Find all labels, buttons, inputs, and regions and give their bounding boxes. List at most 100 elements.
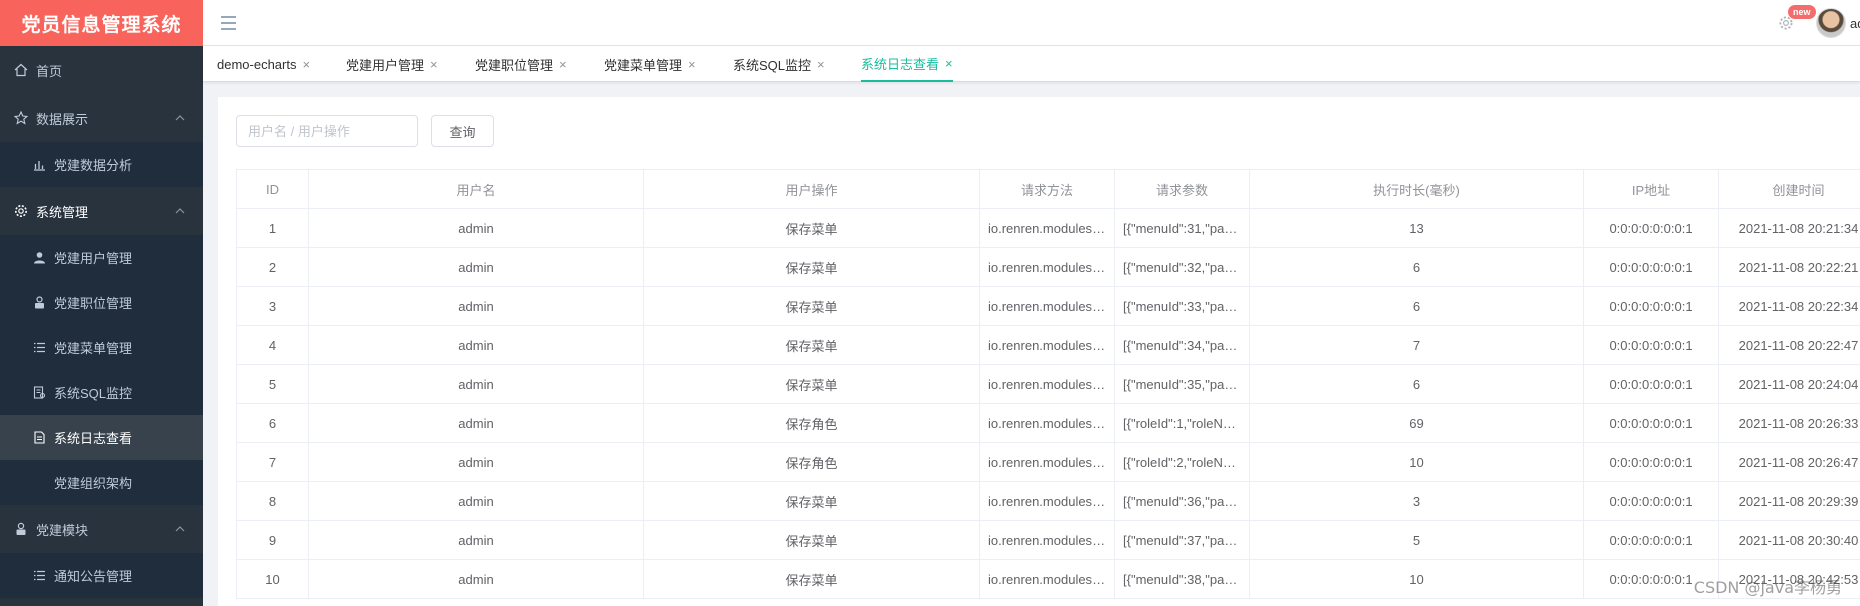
log-duration: 10 <box>1249 559 1584 599</box>
table-row[interactable]: 2admin保存菜单io.renren.modules.sys.controll… <box>236 247 1860 287</box>
column-header[interactable]: 用户操作 <box>643 169 980 209</box>
table-row[interactable]: 8admin保存菜单io.renren.modules.sys.controll… <box>236 481 1860 521</box>
table-header-row: ID 用户名 用户操作 请求方法 请求参数 执行时长(毫秒) IP地址 创建时间 <box>236 169 1860 209</box>
sidebar-group-data[interactable]: 数据展示 <box>0 94 203 142</box>
settings-button[interactable]: new <box>1778 5 1816 31</box>
sidebar-item-label: 党建菜单管理 <box>54 341 133 356</box>
log-params: [{"menuId":35,"parentId":0}] <box>1114 364 1250 404</box>
sidebar-item-sql-monitor[interactable]: 系统SQL监控 <box>0 370 203 415</box>
sidebar-item-org-structure[interactable]: 党建组织架构 <box>0 460 203 505</box>
log-id: 2 <box>236 247 309 287</box>
close-icon[interactable]: × <box>688 57 696 72</box>
log-created-time: 2021-11-08 20:30:40 <box>1718 520 1860 560</box>
column-header[interactable]: ID <box>236 169 309 209</box>
log-method: io.renren.modules.sys.controller.SysMenu… <box>979 559 1115 599</box>
column-header[interactable]: 请求方法 <box>979 169 1115 209</box>
table-row[interactable]: 3admin保存菜单io.renren.modules.sys.controll… <box>236 286 1860 326</box>
sidebar-item-position-management[interactable]: 党建职位管理 <box>0 280 203 325</box>
log-ip: 0:0:0:0:0:0:0:1 <box>1583 286 1719 326</box>
tab-system-log[interactable]: 系统日志查看 × <box>861 46 953 82</box>
log-params: [{"menuId":34,"parentId":0}] <box>1114 325 1250 365</box>
log-username: admin <box>308 325 644 365</box>
sidebar-item-menu-management[interactable]: 党建菜单管理 <box>0 325 203 370</box>
sidebar-item-label: 系统日志查看 <box>54 431 133 446</box>
log-created-time: 2021-11-08 20:22:34 <box>1718 286 1860 326</box>
tab-demo-echarts[interactable]: demo-echarts × <box>217 46 310 82</box>
column-header[interactable]: 用户名 <box>308 169 644 209</box>
log-method: io.renren.modules.sys.controller.SysRole… <box>979 442 1115 482</box>
log-ip: 0:0:0:0:0:0:0:1 <box>1583 481 1719 521</box>
tab-label: 系统SQL监控 <box>733 57 812 73</box>
close-icon[interactable]: × <box>302 57 310 72</box>
log-duration: 69 <box>1249 403 1584 443</box>
org-icon <box>32 476 46 490</box>
log-duration: 7 <box>1249 325 1584 365</box>
log-method: io.renren.modules.sys.controller.SysMenu… <box>979 325 1115 365</box>
log-id: 4 <box>236 325 309 365</box>
list-icon <box>32 569 46 583</box>
log-operation: 保存角色 <box>643 403 980 443</box>
submenu-data: 党建数据分析 <box>0 142 203 187</box>
log-created-time: 2021-11-08 20:21:34 <box>1718 208 1860 248</box>
log-username: admin <box>308 559 644 599</box>
sidebar-item-home[interactable]: 首页 <box>0 46 203 94</box>
sidebar-group-label: 系统管理 <box>36 204 89 220</box>
new-badge: new <box>1788 5 1816 19</box>
sidebar-item-system-log[interactable]: 系统日志查看 <box>0 415 203 460</box>
sidebar-item-party-data-analysis[interactable]: 党建数据分析 <box>0 142 203 187</box>
log-method: io.renren.modules.sys.controller.SysMenu… <box>979 208 1115 248</box>
query-button[interactable]: 查询 <box>431 115 494 147</box>
column-header[interactable]: 创建时间 <box>1718 169 1860 209</box>
sidebar-item-user-management[interactable]: 党建用户管理 <box>0 235 203 280</box>
close-icon[interactable]: × <box>559 57 567 72</box>
gear-icon <box>14 204 28 218</box>
sidebar-item-label: 党建用户管理 <box>54 251 133 266</box>
sidebar-group-label: 数据展示 <box>36 111 89 127</box>
header-right: new admin <box>1778 0 1860 46</box>
log-id: 3 <box>236 286 309 326</box>
table-row[interactable]: 6admin保存角色io.renren.modules.sys.controll… <box>236 403 1860 443</box>
log-id: 6 <box>236 403 309 443</box>
log-params: [{"menuId":37,"parentId":0}] <box>1114 520 1250 560</box>
tab-bar: demo-echarts × 党建用户管理 × 党建职位管理 × 党建菜单管理 × 系统… <box>203 46 1860 82</box>
log-username: admin <box>308 403 644 443</box>
close-icon[interactable]: × <box>945 56 953 71</box>
log-params: [{"menuId":33,"parentId":0}] <box>1114 286 1250 326</box>
tab-user-management[interactable]: 党建用户管理 × <box>346 46 438 82</box>
sidebar-item-notice-management[interactable]: 通知公告管理 <box>0 553 203 598</box>
log-duration: 5 <box>1249 520 1584 560</box>
sidebar-group-party[interactable]: 党建模块 <box>0 505 203 553</box>
column-header[interactable]: 请求参数 <box>1114 169 1250 209</box>
log-created-time: 2021-11-08 20:26:33 <box>1718 403 1860 443</box>
main-content: 查询 ID 用户名 用户操作 请求方法 请求参数 执行时长(毫秒) IP地址 创… <box>218 97 1860 606</box>
log-username: admin <box>308 247 644 287</box>
tab-position-management[interactable]: 党建职位管理 × <box>475 46 567 82</box>
log-ip: 0:0:0:0:0:0:0:1 <box>1583 247 1719 287</box>
table-row[interactable]: 10admin保存菜单io.renren.modules.sys.control… <box>236 559 1860 599</box>
log-duration: 13 <box>1249 208 1584 248</box>
user-icon <box>32 251 46 265</box>
table-row[interactable]: 1admin保存菜单io.renren.modules.sys.controll… <box>236 208 1860 248</box>
close-icon[interactable]: × <box>430 57 438 72</box>
table-row[interactable]: 7admin保存角色io.renren.modules.sys.controll… <box>236 442 1860 482</box>
table-row[interactable]: 5admin保存菜单io.renren.modules.sys.controll… <box>236 364 1860 404</box>
column-header[interactable]: IP地址 <box>1583 169 1719 209</box>
submenu-system: 党建用户管理 党建职位管理 党建菜单管理 系统SQL监控 系统日志查看 党建组织… <box>0 235 203 505</box>
log-operation: 保存菜单 <box>643 364 980 404</box>
hamburger-menu-icon[interactable] <box>221 16 236 30</box>
sql-monitor-icon <box>32 386 46 400</box>
home-icon <box>14 63 28 77</box>
sidebar-item-label: 首页 <box>36 63 63 79</box>
close-icon[interactable]: × <box>817 57 825 72</box>
tab-menu-management[interactable]: 党建菜单管理 × <box>604 46 696 82</box>
column-header[interactable]: 执行时长(毫秒) <box>1249 169 1584 209</box>
table-row[interactable]: 4admin保存菜单io.renren.modules.sys.controll… <box>236 325 1860 365</box>
search-input[interactable] <box>236 115 418 147</box>
avatar[interactable] <box>1816 8 1846 38</box>
log-ip: 0:0:0:0:0:0:0:1 <box>1583 364 1719 404</box>
log-method: io.renren.modules.sys.controller.SysMenu… <box>979 481 1115 521</box>
sidebar-group-system[interactable]: 系统管理 <box>0 187 203 235</box>
table-row[interactable]: 9admin保存菜单io.renren.modules.sys.controll… <box>236 520 1860 560</box>
username[interactable]: admin <box>1850 16 1860 31</box>
tab-sql-monitor[interactable]: 系统SQL监控 × <box>733 46 825 82</box>
